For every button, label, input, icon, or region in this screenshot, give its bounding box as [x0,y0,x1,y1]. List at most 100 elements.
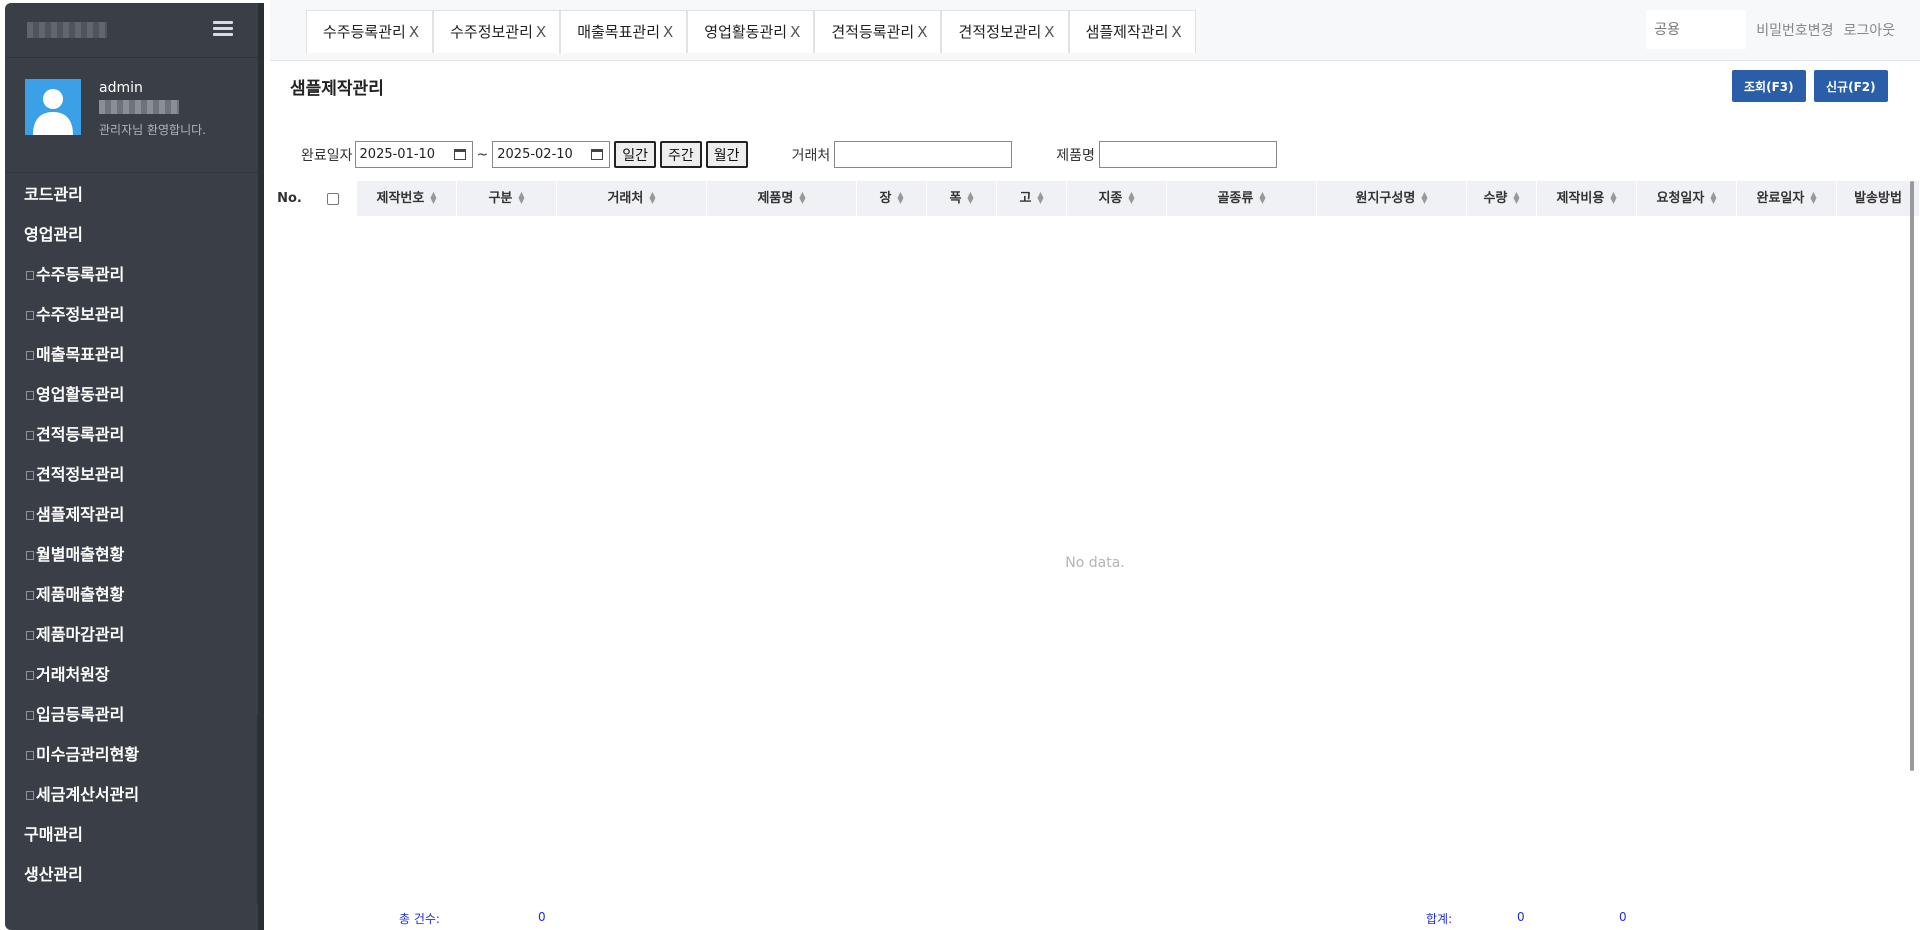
column-header-label: 수량 [1483,191,1508,206]
column-header[interactable]: 골종류 ▲ ▼ [1167,181,1317,216]
sidebar-item-label: 견적등록관리 [36,425,125,444]
sort-icon[interactable]: ▲ ▼ [1037,190,1043,204]
tab-close-icon[interactable]: X [663,23,673,41]
sort-icon[interactable]: ▲ ▼ [1421,190,1427,204]
column-header[interactable]: 제품명 ▲ ▼ [707,181,857,216]
calendar-icon[interactable] [453,149,466,160]
column-header[interactable]: 완료일자 ▲ ▼ [1737,181,1837,216]
column-header[interactable]: 제작번호 ▲ ▼ [357,181,457,216]
calendar-icon[interactable] [591,149,604,160]
sort-icon[interactable]: ▲ ▼ [1259,190,1265,204]
sidebar-item[interactable]: 코드관리 [5,175,263,215]
sidebar-item-label: 생산관리 [24,865,83,884]
sidebar-item[interactable]: 견적정보관리 [5,455,263,495]
tab[interactable]: 견적정보관리 X [941,10,1069,53]
search-button[interactable]: 조회(F3) [1732,70,1806,102]
tab[interactable]: 견적등록관리 X [814,10,942,53]
sidebar-item-label: 구매관리 [24,825,83,844]
sidebar-item[interactable]: 수주등록관리 [5,255,263,295]
sort-icon[interactable]: ▲ ▼ [1810,190,1816,204]
daily-button[interactable]: 일간 [614,141,657,168]
sort-icon[interactable]: ▲ ▼ [518,190,524,204]
submenu-icon [26,551,34,560]
sort-icon[interactable]: ▲ ▼ [967,190,973,204]
sidebar-item[interactable]: 영업활동관리 [5,375,263,415]
column-header[interactable]: 폭 ▲ ▼ [927,181,997,216]
sort-icon[interactable]: ▲ ▼ [897,190,903,204]
sidebar-item[interactable]: 제품마감관리 [5,615,263,655]
submenu-icon [26,751,34,760]
column-header[interactable]: 지종 ▲ ▼ [1067,181,1167,216]
tab-close-icon[interactable]: X [536,23,546,41]
sidebar-item-label: 수주등록관리 [36,265,125,284]
user-info-blurred [99,100,179,114]
submenu-icon [26,791,34,800]
logout-link[interactable]: 로그아웃 [1843,20,1895,40]
column-header[interactable]: 구분 ▲ ▼ [457,181,557,216]
product-input[interactable] [1098,141,1277,168]
sidebar-item[interactable]: 미수금관리현황 [5,735,263,775]
column-header-label: 제품명 [757,191,794,206]
sort-icon[interactable]: ▲ ▼ [1710,190,1716,204]
tab-close-icon[interactable]: X [409,23,419,41]
sidebar-item[interactable]: 거래처원장 [5,655,263,695]
sidebar-item[interactable]: 구매관리 [5,815,263,855]
sort-icon[interactable]: ▲ ▼ [649,190,655,204]
tab-close-icon[interactable]: X [790,23,800,41]
submenu-icon [26,511,34,520]
top-search-input[interactable] [1646,10,1747,49]
sort-icon[interactable]: ▲ ▼ [799,190,805,204]
sidebar-item[interactable]: 수주정보관리 [5,295,263,335]
tab-close-icon[interactable]: X [1044,23,1054,41]
weekly-button[interactable]: 주간 [660,141,702,168]
top-bar: 수주등록관리 X 수주정보관리 X 매출목표관리 X 영업활동관리 X 견적등록관리 X 견적정보관… [270,0,1920,61]
tab[interactable]: 매출목표관리 X [560,10,688,53]
sidebar-item[interactable]: 월별매출현황 [5,535,263,575]
sidebar-edge [258,3,264,930]
tab-close-icon[interactable]: X [917,23,927,41]
column-header[interactable]: 요청일자 ▲ ▼ [1637,181,1737,216]
column-header[interactable]: 제작비용 ▲ ▼ [1537,181,1637,216]
column-header[interactable]: 수량 ▲ ▼ [1467,181,1537,216]
client-label: 거래처 [791,147,831,164]
sort-icon[interactable]: ▲ ▼ [1610,190,1616,204]
column-header[interactable]: 고 ▲ ▼ [997,181,1067,216]
column-header[interactable]: 원지구성명 ▲ ▼ [1317,181,1467,216]
top-right-actions: 비밀번호변경 로그아웃 [1646,10,1895,49]
select-all-checkbox[interactable] [327,192,339,205]
new-button[interactable]: 신규(F2) [1814,70,1888,102]
sidebar-item[interactable]: 매출목표관리 [5,335,263,375]
column-header-label: 제작비용 [1556,191,1605,206]
submenu-icon [26,351,34,360]
grid-scrollbar[interactable] [1910,181,1914,771]
sidebar-item[interactable]: 견적등록관리 [5,415,263,455]
sidebar-item[interactable]: 샘플제작관리 [5,495,263,535]
tab-close-icon[interactable]: X [1171,23,1181,41]
tab[interactable]: 수주정보관리 X [433,10,561,53]
select-all-cell [310,181,357,216]
sidebar-item[interactable]: 입금등록관리 [5,695,263,735]
sidebar-item[interactable]: 제품매출현황 [5,575,263,615]
column-header-label: 구분 [488,191,513,206]
date-to-input[interactable]: 2025-02-10 [492,141,611,168]
sidebar-item-label: 수주정보관리 [36,305,125,324]
change-password-link[interactable]: 비밀번호변경 [1756,20,1833,40]
hamburger-menu-icon[interactable] [213,21,233,41]
sort-icon[interactable]: ▲ ▼ [1128,190,1134,204]
tab[interactable]: 샘플제작관리 X [1068,10,1196,53]
sidebar-item[interactable]: 생산관리 [5,855,263,895]
sort-icon[interactable]: ▲ ▼ [430,190,436,204]
date-from-input[interactable]: 2025-01-10 [354,141,473,168]
tab[interactable]: 수주등록관리 X [306,10,434,53]
sidebar-item[interactable]: 영업관리 [5,215,263,255]
client-input[interactable] [834,141,1013,168]
column-header[interactable]: 장 ▲ ▼ [857,181,927,216]
sort-icon[interactable]: ▲ ▼ [1513,190,1519,204]
monthly-button[interactable]: 월간 [705,141,748,168]
tab[interactable]: 영업활동관리 X [687,10,815,53]
page-title: 샘플제작관리 [290,79,384,99]
column-header[interactable]: 거래처 ▲ ▼ [557,181,707,216]
sidebar-item[interactable]: 세금계산서관리 [5,775,263,815]
column-header[interactable]: 발송방법 [1837,181,1920,216]
sidebar-item-label: 세금계산서관리 [36,785,140,804]
